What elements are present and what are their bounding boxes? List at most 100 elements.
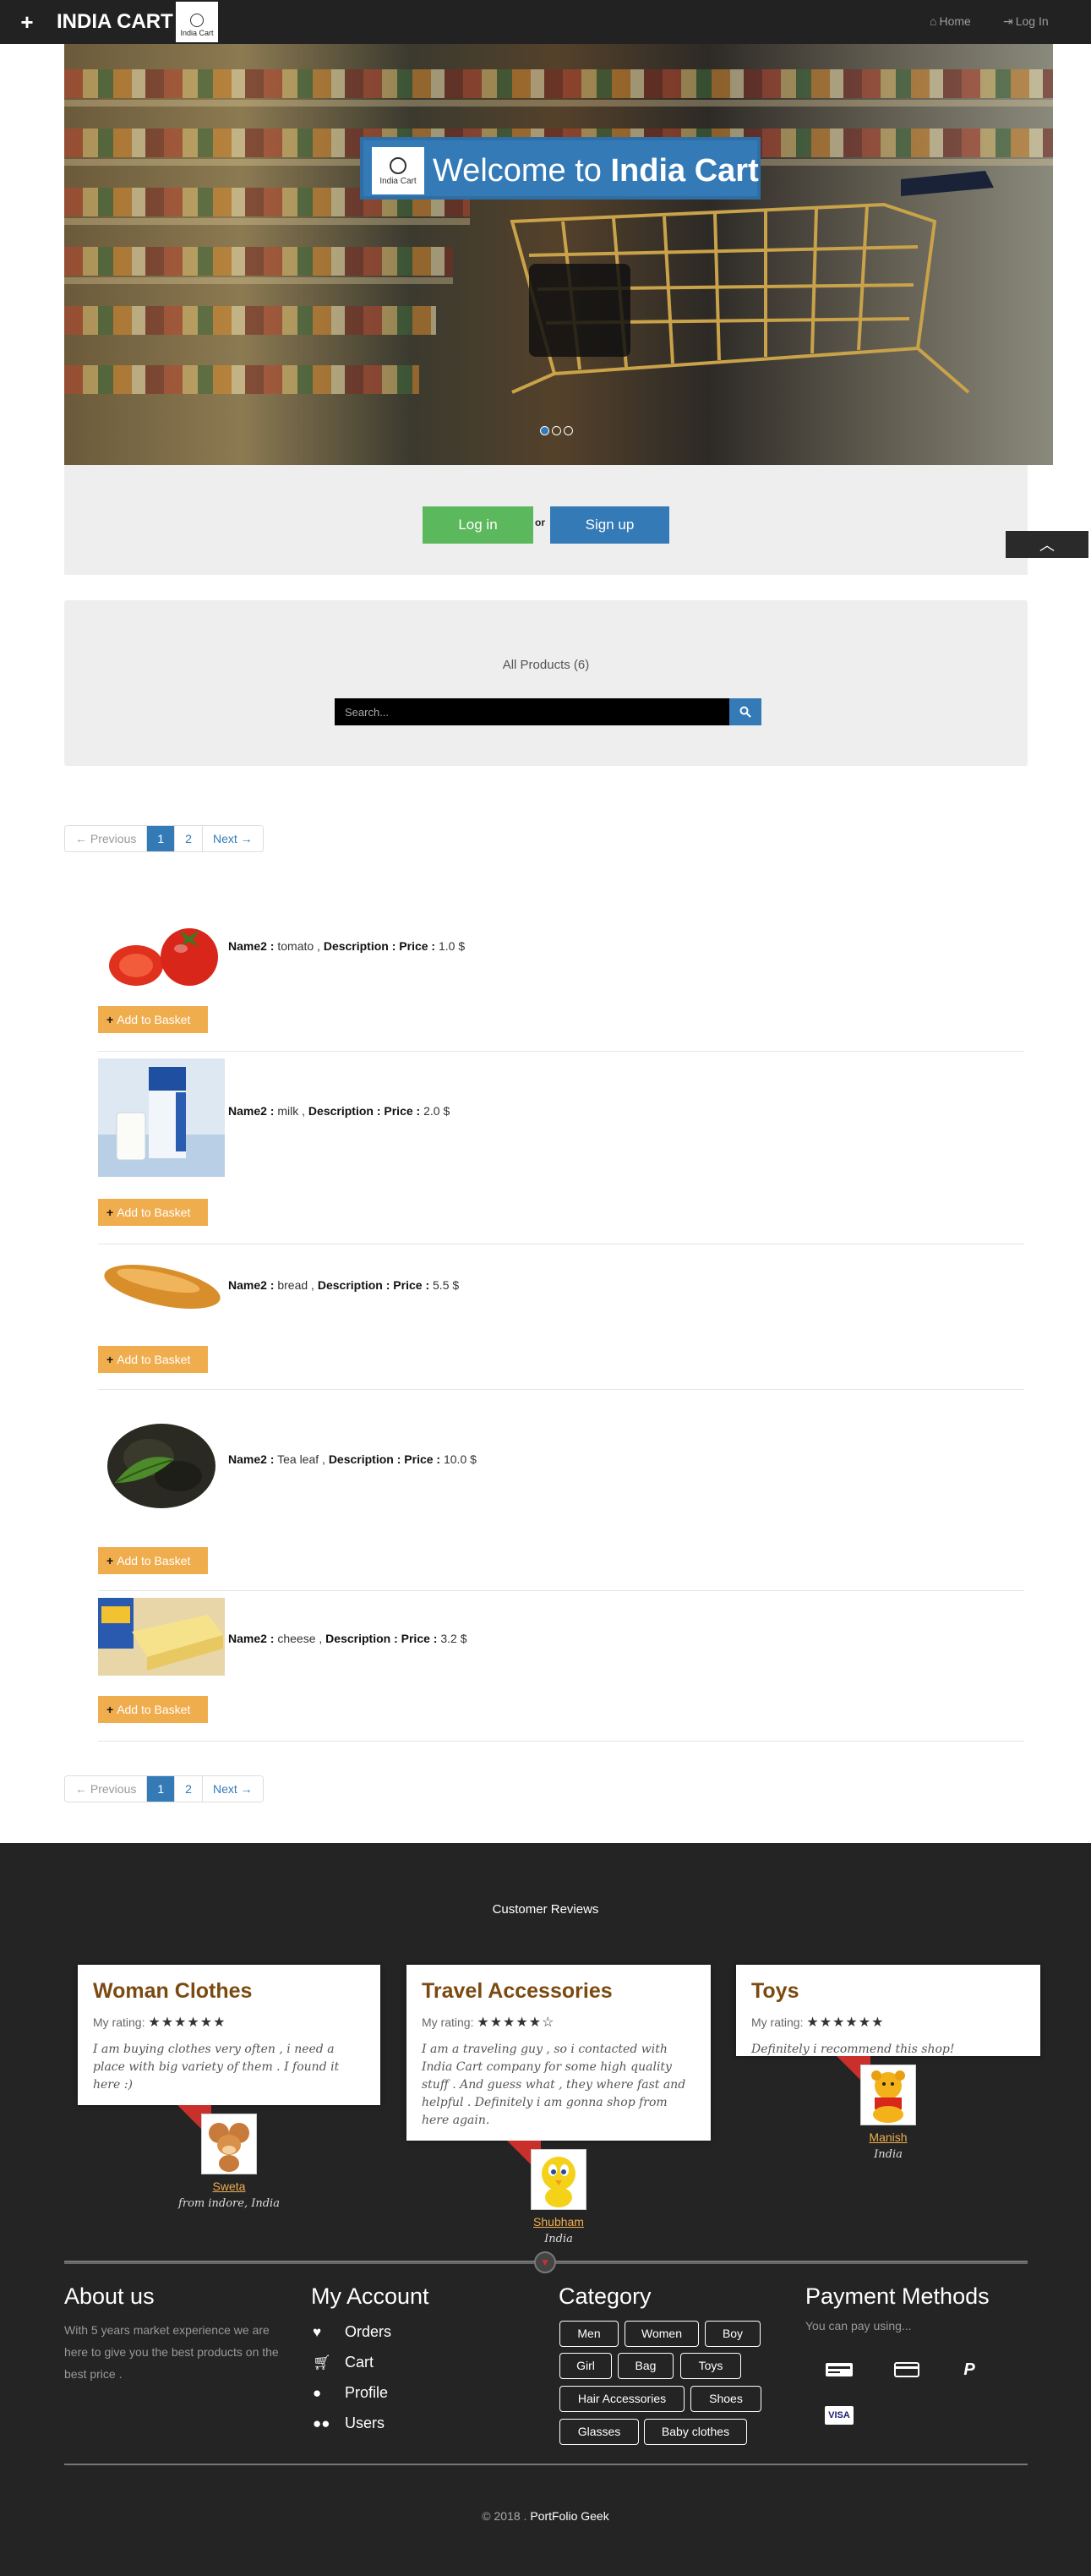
jerry-avatar-icon — [209, 2123, 249, 2172]
review-rating: My rating: ★★★★★☆ — [422, 2014, 696, 2031]
home-icon: ⌂ — [930, 14, 937, 28]
review-text: Definitely i recommend this shop! — [751, 2043, 955, 2056]
account-link-cart[interactable]: 🛒︎ Cart — [313, 2352, 374, 2373]
reviewer-location: India — [874, 2148, 903, 2161]
add-to-basket-button[interactable]: + Add to Basket — [98, 1547, 208, 1574]
category-tag[interactable]: Toys — [680, 2353, 741, 2379]
product-price: 5.5 $ — [429, 1278, 460, 1292]
account-link-label: Orders — [345, 2323, 392, 2340]
heart-icon: ♥ — [313, 2324, 322, 2340]
product-description-label: Description : — [308, 1104, 381, 1118]
chevron-up-icon: ︿ — [1039, 537, 1055, 554]
navbar: + INDIA CART India Cart ⌂ Home ⇥ Log In — [0, 0, 1091, 44]
category-tag[interactable]: Boy — [705, 2321, 761, 2347]
pagination-page-2[interactable]: 2 — [175, 1776, 203, 1802]
signup-button[interactable]: Sign up — [550, 506, 669, 544]
pagination-page-1[interactable]: 1 — [147, 826, 176, 851]
plus-icon: + — [106, 1206, 114, 1219]
login-button[interactable]: Log in — [423, 506, 533, 544]
pagination-next[interactable]: Next → — [202, 1776, 263, 1802]
product-price: 2.0 $ — [420, 1104, 450, 1118]
add-to-basket-button[interactable]: + Add to Basket — [98, 1006, 208, 1033]
product-item: Name2 : bread , Description : Price : 5.… — [98, 1244, 1024, 1390]
pagination-page-1[interactable]: 1 — [147, 1776, 176, 1802]
product-price: 3.2 $ — [437, 1632, 467, 1645]
category-tag[interactable]: Hair Accessories — [559, 2386, 685, 2412]
milk-image — [98, 1058, 225, 1177]
product-description-label: Description : — [325, 1632, 398, 1645]
star-rating-icon: ★★★★★★ — [148, 2015, 226, 2030]
product-details: Name2 : cheese , Description : Price : 3… — [228, 1632, 466, 1645]
bank-card-icon — [825, 2360, 854, 2379]
reviewer-location: India — [544, 2233, 573, 2245]
reviewer-location: from indore, India — [178, 2197, 280, 2210]
category-tag[interactable]: Glasses — [559, 2419, 639, 2445]
product-description-label: Description : — [323, 939, 396, 953]
search-input[interactable] — [335, 698, 729, 725]
visa-icon: VISA — [825, 2406, 854, 2425]
plus-icon[interactable]: + — [12, 7, 42, 37]
users-icon: ●● — [313, 2415, 330, 2431]
welcome-title: Welcome to India Cart — [433, 152, 759, 189]
account-link-profile[interactable]: ● Profile — [313, 2382, 388, 2404]
product-details: Name2 : bread , Description : Price : 5.… — [228, 1278, 459, 1292]
avatar — [201, 2114, 257, 2174]
add-to-basket-button[interactable]: + Add to Basket — [98, 1199, 208, 1226]
product-name: milk , — [274, 1104, 308, 1118]
avatar — [531, 2149, 586, 2210]
reviewer-name-link[interactable]: Shubham — [531, 2215, 586, 2229]
add-to-basket-button[interactable]: + Add to Basket — [98, 1346, 208, 1373]
reviewer-name-link[interactable]: Sweta — [201, 2179, 257, 2193]
pagination-previous[interactable]: ← Previous — [65, 826, 148, 851]
plus-icon: + — [106, 1353, 114, 1366]
category-tag[interactable]: Bag — [618, 2353, 674, 2379]
about-title: About us — [64, 2283, 155, 2309]
product-price-label: Price : — [395, 939, 436, 953]
reviewer-name-link[interactable]: Manish — [860, 2130, 916, 2144]
account-link-orders[interactable]: ♥ Orders — [313, 2322, 391, 2343]
category-tag[interactable]: Girl — [559, 2353, 612, 2379]
pagination-previous[interactable]: ← Previous — [65, 1776, 148, 1802]
carousel-dot[interactable] — [540, 426, 549, 435]
category-tag[interactable]: Men — [559, 2321, 619, 2347]
logo-ring-icon — [390, 157, 406, 174]
cheese-image — [98, 1598, 225, 1676]
pagination-next[interactable]: Next → — [202, 826, 263, 851]
carousel-dot[interactable] — [552, 426, 561, 435]
category-tag[interactable]: Women — [625, 2321, 699, 2347]
add-to-basket-label: Add to Basket — [117, 1013, 191, 1026]
footer: Customer Reviews Woman Clothes My rating… — [0, 1843, 1091, 2576]
category-tag[interactable]: Baby clothes — [644, 2419, 747, 2445]
carousel-dot[interactable] — [564, 426, 573, 435]
nav-login-link[interactable]: ⇥ Log In — [1003, 14, 1049, 29]
shelf — [64, 218, 470, 225]
account-link-label: Profile — [345, 2384, 389, 2401]
product-name-label: Name2 : — [228, 1452, 275, 1466]
product-details: Name2 : milk , Description : Price : 2.0… — [228, 1104, 450, 1118]
add-to-basket-button[interactable]: + Add to Basket — [98, 1696, 208, 1723]
nav-home-link[interactable]: ⌂ Home — [930, 14, 971, 29]
search-button[interactable] — [729, 698, 761, 725]
welcome-prefix: Welcome to — [433, 153, 602, 189]
copyright-text: © 2018 . — [482, 2509, 531, 2523]
plus-icon: + — [106, 1703, 114, 1716]
avatar — [860, 2065, 916, 2125]
product-name-label: Name2 : — [228, 1632, 275, 1645]
copyright-brand-link[interactable]: PortFolio Geek — [530, 2509, 608, 2523]
scroll-to-top-button[interactable]: ︿ — [1006, 531, 1088, 558]
bread-image — [104, 1265, 221, 1309]
payment-text: You can pay using... — [805, 2319, 912, 2333]
hero-carousel[interactable]: India Cart Welcome to India Cart — [64, 44, 1053, 465]
welcome-banner: India Cart Welcome to India Cart — [360, 137, 761, 200]
rating-label: My rating: — [751, 2015, 804, 2029]
copyright: © 2018 . PortFolio Geek — [0, 2509, 1091, 2523]
brand-name[interactable]: INDIA CART — [57, 10, 173, 34]
winnie-avatar-icon — [871, 2070, 905, 2123]
brand-logo[interactable]: India Cart — [176, 2, 218, 42]
account-link-users[interactable]: ●● Users — [313, 2413, 385, 2434]
category-tag[interactable]: Shoes — [690, 2386, 761, 2412]
welcome-logo-text: India Cart — [379, 177, 417, 186]
product-price: 1.0 $ — [435, 939, 466, 953]
product-price: 10.0 $ — [440, 1452, 477, 1466]
pagination-page-2[interactable]: 2 — [175, 826, 203, 851]
